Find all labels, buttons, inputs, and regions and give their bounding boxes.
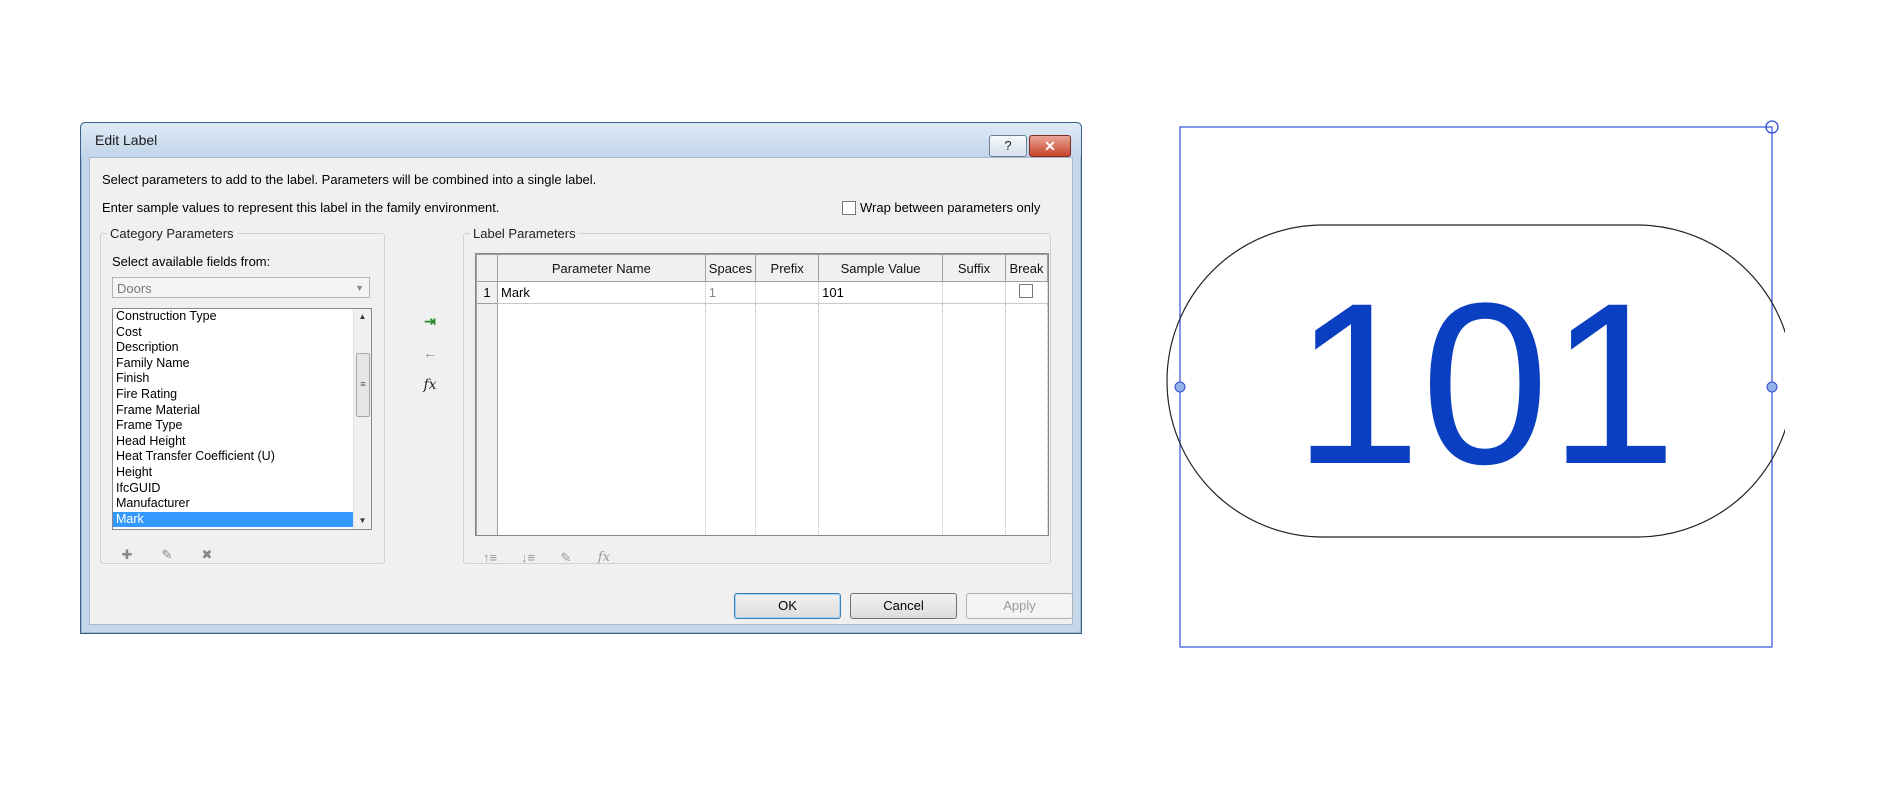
list-item[interactable]: Heat Transfer Coefficient (U) xyxy=(113,449,355,465)
column-header-sample-value[interactable]: Sample Value xyxy=(818,254,943,282)
delete-parameter-icon[interactable]: ✖ xyxy=(198,546,216,564)
table-row[interactable]: 1 Mark 1 101 xyxy=(476,281,1048,304)
dialog-client-area: Select parameters to add to the label. P… xyxy=(89,157,1073,625)
empty-cell xyxy=(705,303,757,535)
scroll-down-icon[interactable]: ▼ xyxy=(354,513,371,529)
cell-prefix[interactable] xyxy=(755,281,820,304)
scroll-thumb[interactable]: ≡ xyxy=(356,353,370,417)
move-down-icon[interactable]: ↓≡ xyxy=(518,549,538,567)
list-item[interactable]: Cost xyxy=(113,325,355,341)
list-item[interactable]: Family Name xyxy=(113,356,355,372)
cell-break[interactable] xyxy=(1005,281,1048,304)
empty-cell xyxy=(755,303,820,535)
column-header-index xyxy=(476,254,498,282)
empty-cell xyxy=(497,303,706,535)
apply-button[interactable]: Apply xyxy=(966,593,1073,619)
cell-parameter-name[interactable]: Mark xyxy=(497,281,706,304)
list-item[interactable]: Frame Material xyxy=(113,403,355,419)
intro-text-1: Select parameters to add to the label. P… xyxy=(102,172,597,187)
list-item[interactable]: Height xyxy=(113,465,355,481)
list-item[interactable]: Mark xyxy=(113,511,355,528)
empty-cell xyxy=(942,303,1006,535)
available-fields-list[interactable]: Construction Type Cost Description Family N… xyxy=(112,308,372,530)
cancel-button[interactable]: Cancel xyxy=(850,593,957,619)
table-header-row: Parameter Name Spaces Prefix Sample Valu… xyxy=(476,254,1048,282)
list-item[interactable]: Frame Type xyxy=(113,418,355,434)
table-empty-area xyxy=(476,303,1048,535)
formula-icon[interactable]: fx xyxy=(415,377,445,409)
category-dropdown[interactable]: Doors ▼ xyxy=(112,277,370,298)
label-parameters-table[interactable]: Parameter Name Spaces Prefix Sample Valu… xyxy=(475,253,1049,536)
dialog-title: Edit Label xyxy=(95,132,158,148)
cell-suffix[interactable] xyxy=(942,281,1006,304)
remove-parameter-icon[interactable]: ← xyxy=(415,345,445,377)
column-header-spaces[interactable]: Spaces xyxy=(704,254,757,282)
resize-handle-left[interactable] xyxy=(1174,381,1186,393)
available-fields-items: Construction Type Cost Description Family N… xyxy=(113,309,371,528)
cell-sample-value[interactable]: 101 xyxy=(818,281,943,304)
wrap-checkbox-label: Wrap between parameters only xyxy=(860,200,1041,215)
column-header-prefix[interactable]: Prefix xyxy=(755,254,820,282)
add-parameter-icon[interactable]: ⇥ xyxy=(415,313,445,345)
edit-parameter-icon[interactable]: ✎ xyxy=(158,546,176,564)
label-sample-text[interactable]: 101 xyxy=(1293,255,1677,512)
intro-text-2: Enter sample values to represent this la… xyxy=(102,200,500,215)
scroll-up-icon[interactable]: ▲ xyxy=(354,309,371,325)
label-preview-canvas: 101 xyxy=(1166,120,1785,648)
edit-label-dialog: Edit Label ? ✕ Select parameters to add … xyxy=(80,122,1082,634)
list-item[interactable]: Fire Rating xyxy=(113,387,355,403)
column-header-parameter-name[interactable]: Parameter Name xyxy=(496,254,706,282)
wrap-checkbox-box[interactable] xyxy=(842,200,856,215)
row-index[interactable]: 1 xyxy=(476,281,498,304)
break-checkbox[interactable] xyxy=(1019,284,1034,298)
chevron-down-icon: ▼ xyxy=(355,283,364,293)
empty-index-cell xyxy=(476,303,498,535)
category-parameters-legend: Category Parameters xyxy=(110,226,234,241)
list-item[interactable]: Finish xyxy=(113,371,355,387)
wrap-parameters-checkbox[interactable]: Wrap between parameters only xyxy=(842,200,1040,215)
list-item[interactable]: IfcGUID xyxy=(113,481,355,497)
label-parameters-legend: Label Parameters xyxy=(473,226,576,241)
ok-button[interactable]: OK xyxy=(734,593,841,619)
formula-edit-icon[interactable]: fx xyxy=(594,549,614,567)
move-up-icon[interactable]: ↑≡ xyxy=(480,549,500,567)
resize-handle-right[interactable] xyxy=(1766,381,1778,393)
empty-cell xyxy=(1005,303,1048,535)
empty-cell xyxy=(818,303,943,535)
column-header-suffix[interactable]: Suffix xyxy=(941,254,1006,282)
column-header-break[interactable]: Break xyxy=(1004,254,1048,282)
select-fields-label: Select available fields from: xyxy=(112,254,271,269)
title-bar[interactable]: Edit Label ? ✕ xyxy=(81,123,1081,157)
cell-spaces[interactable]: 1 xyxy=(705,281,757,304)
table-tools: ↑≡ ↓≡ ✎ fx xyxy=(480,549,614,567)
category-dropdown-value: Doors xyxy=(117,281,152,296)
edit-unit-format-icon[interactable]: ✎ xyxy=(556,549,576,567)
list-item[interactable]: Manufacturer xyxy=(113,496,355,512)
list-item[interactable]: Description xyxy=(113,340,355,356)
new-parameter-icon[interactable]: ✚ xyxy=(118,546,136,564)
transfer-tools: ⇥ ← fx xyxy=(415,313,445,409)
list-item[interactable]: Construction Type xyxy=(113,309,355,325)
list-item[interactable]: Head Height xyxy=(113,434,355,450)
field-tools: ✚ ✎ ✖ xyxy=(118,546,216,564)
help-button[interactable]: ? xyxy=(989,135,1027,157)
list-scrollbar[interactable]: ▲ ≡ ▼ xyxy=(353,309,371,529)
close-button[interactable]: ✕ xyxy=(1029,135,1071,157)
